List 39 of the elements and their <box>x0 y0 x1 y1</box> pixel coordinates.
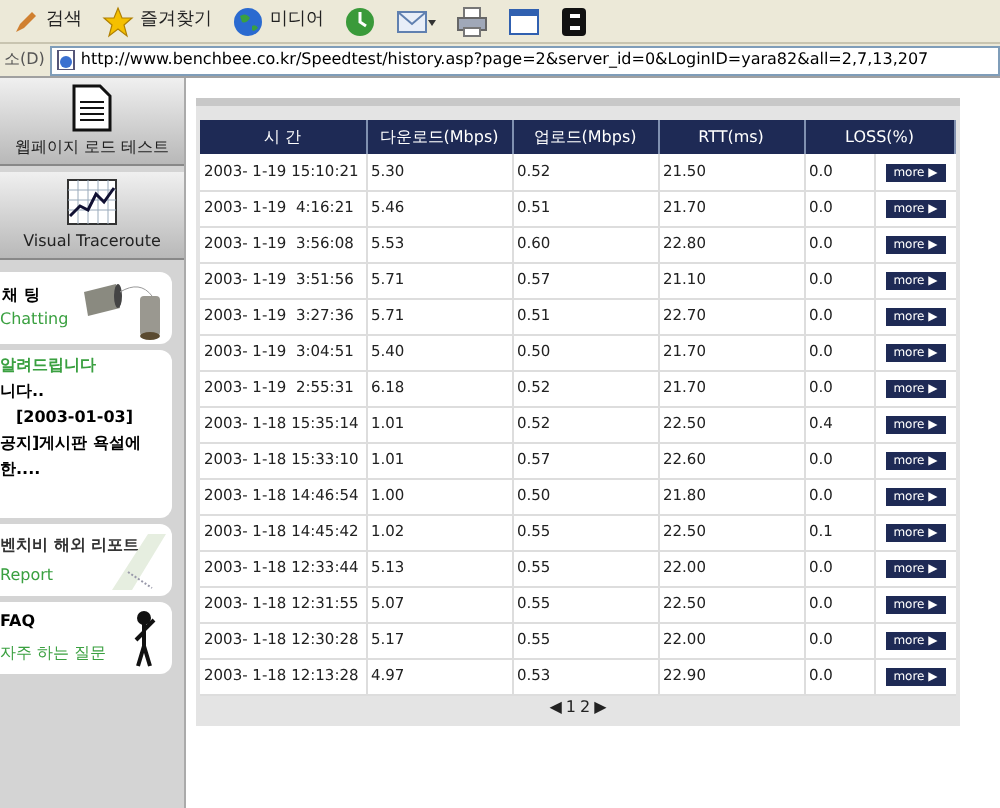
next-page-button[interactable]: ▶ <box>594 696 607 720</box>
history-icon[interactable] <box>344 5 376 37</box>
address-field[interactable]: http://www.benchbee.co.kr/Speedtest/history.asp?page=2&server_id=0&LoginID=yara82&all=2,7,13,207 <box>50 45 1000 75</box>
previous-page-button[interactable]: ◀ <box>549 696 562 720</box>
page-icon <box>56 50 77 70</box>
toolbar-button[interactable]: 즐겨찾기 <box>102 5 212 37</box>
printer-icon[interactable] <box>456 5 488 37</box>
figure-icon <box>132 608 160 668</box>
faq-title: FAQ <box>0 610 38 634</box>
notice-text: [2003-01-03] <box>14 406 135 430</box>
chat-subtitle: Chatting <box>0 308 69 332</box>
globe-icon <box>232 5 264 37</box>
column-header: 다운로드(Mbps) <box>366 120 512 154</box>
star-icon <box>102 5 134 37</box>
address-label: 소(D) <box>4 48 45 72</box>
column-header: LOSS(%) <box>804 120 955 154</box>
report-title: 벤치비 해외 리포트 <box>0 533 142 557</box>
document-icon <box>68 83 116 131</box>
page-link[interactable]: 1 <box>565 696 576 720</box>
column-header: 시 간 <box>200 120 366 154</box>
chat-title: 채 팅 <box>0 284 42 308</box>
sidebar-menu-button[interactable]: 웹페이지 로드 테스트 <box>0 78 184 166</box>
window-icon[interactable] <box>508 5 540 37</box>
column-header: 업로드(Mbps) <box>512 120 658 154</box>
notice-text: 공지]게시판 욕설에 <box>0 432 143 456</box>
notice-text: 한.... <box>0 458 43 482</box>
toolbar-button[interactable]: 검색 <box>12 7 82 35</box>
mail-icon[interactable] <box>396 5 436 37</box>
pencil-icon <box>12 7 40 35</box>
column-header: RTT(ms) <box>658 120 804 154</box>
toolbar-button[interactable]: 미디어 <box>232 5 324 37</box>
line-chart-icon <box>66 177 118 225</box>
report-subtitle: Report <box>0 563 56 587</box>
block-icon[interactable] <box>560 5 588 37</box>
page-link[interactable]: 2 <box>580 696 591 720</box>
sidebar-menu-button[interactable]: Visual Traceroute <box>0 172 184 260</box>
notice-title: 알려드립니다 <box>0 354 98 378</box>
notice-text: 니다.. <box>0 380 47 404</box>
faq-subtitle: 자주 하는 질문 <box>0 642 109 666</box>
